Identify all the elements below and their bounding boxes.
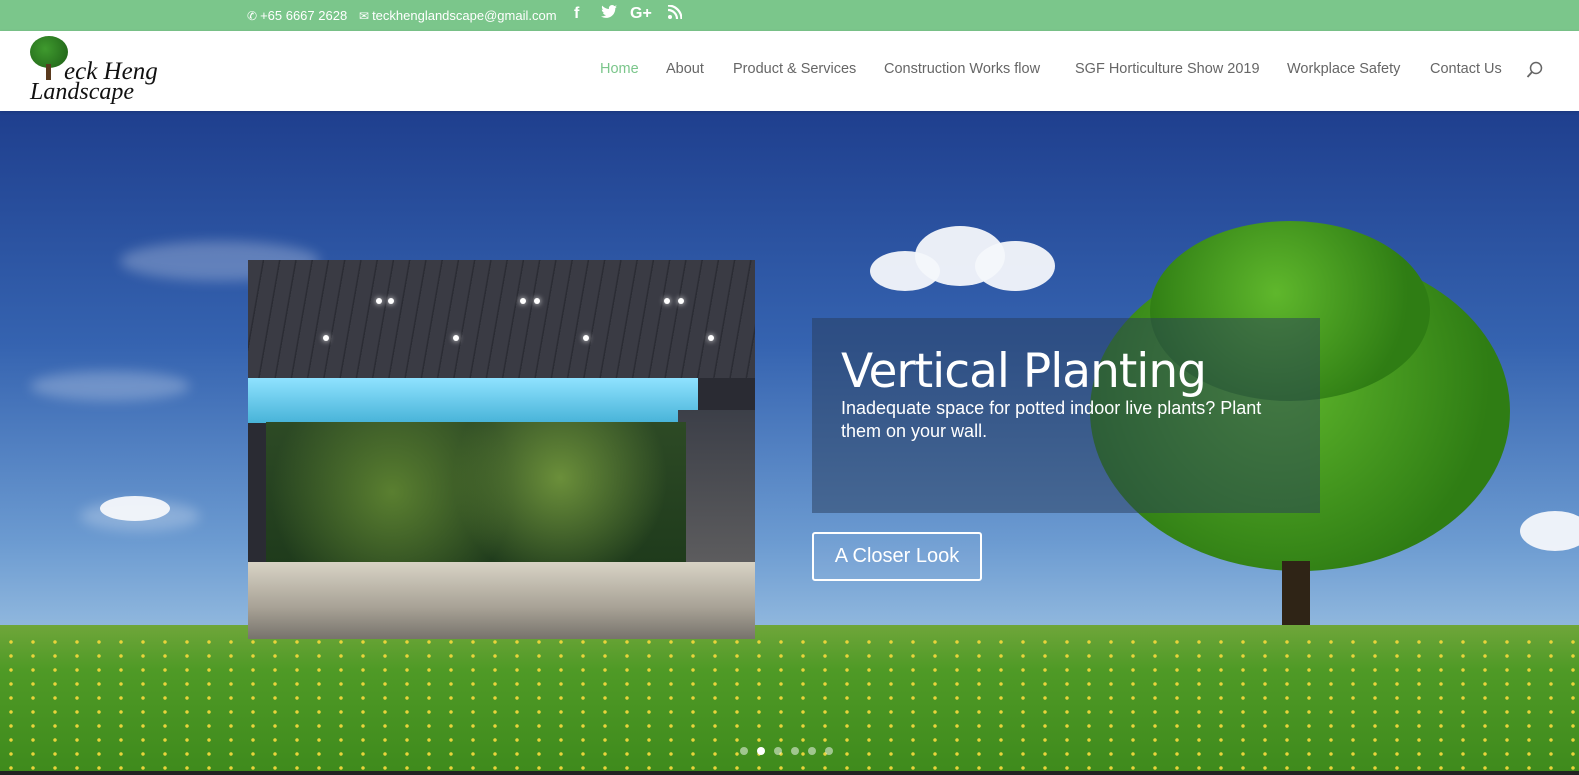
phone-number: +65 6667 2628	[260, 8, 348, 23]
ceiling-light	[708, 335, 714, 341]
site-header: eck Heng Landscape Home About Product & …	[0, 31, 1579, 111]
phone-contact[interactable]: ✆ +65 6667 2628	[247, 8, 347, 23]
site-logo[interactable]: eck Heng Landscape	[28, 36, 158, 108]
cloud	[100, 496, 170, 521]
slide-title: Vertical Planting	[841, 344, 1207, 399]
google-plus-icon[interactable]: G+	[630, 5, 652, 23]
slider-dot[interactable]	[808, 747, 816, 755]
skylight	[248, 378, 698, 423]
facebook-icon[interactable]: f	[574, 5, 579, 23]
lobby-floor	[248, 562, 755, 639]
slider-dot[interactable]	[825, 747, 833, 755]
ceiling-light	[583, 335, 589, 341]
cloud	[1520, 511, 1579, 551]
nav-product-services[interactable]: Product & Services	[733, 61, 856, 77]
slider-dot[interactable]	[774, 747, 782, 755]
slide-caption: Vertical Planting Inadequate space for p…	[812, 318, 1320, 513]
nav-sgf-horticulture-show[interactable]: SGF Horticulture Show 2019	[1075, 61, 1260, 77]
closer-look-button[interactable]: A Closer Look	[812, 532, 982, 581]
slider-dot-active[interactable]	[757, 747, 765, 755]
ceiling-light	[520, 298, 526, 304]
ceiling-light	[664, 298, 670, 304]
slide-description: Inadequate space for potted indoor live …	[841, 398, 1262, 441]
nav-construction-works-flow[interactable]: Construction Works flow	[884, 61, 1040, 77]
bottom-border	[0, 771, 1579, 775]
green-wall	[266, 422, 686, 562]
top-bar: ✆ +65 6667 2628 ✉ teckhenglandscape@gmai…	[0, 0, 1579, 31]
rss-icon[interactable]	[667, 4, 683, 24]
ceiling-light	[376, 298, 382, 304]
ceiling-light	[534, 298, 540, 304]
twitter-icon[interactable]	[601, 5, 617, 24]
slider-dot[interactable]	[791, 747, 799, 755]
tree-trunk	[1282, 561, 1310, 626]
slider-dot[interactable]	[740, 747, 748, 755]
ceiling-light	[323, 335, 329, 341]
ceiling	[248, 260, 755, 378]
cloud	[975, 241, 1055, 291]
nav-workplace-safety[interactable]: Workplace Safety	[1287, 61, 1400, 77]
search-icon[interactable]	[1526, 61, 1546, 81]
haze-cloud	[30, 371, 190, 401]
ceiling-light	[453, 335, 459, 341]
logo-tree-trunk	[46, 64, 51, 80]
phone-icon: ✆	[247, 8, 258, 23]
envelope-icon: ✉	[359, 8, 370, 23]
slide-image-vertical-garden	[248, 260, 755, 639]
ceiling-light	[678, 298, 684, 304]
slider-pagination	[740, 747, 833, 755]
nav-home[interactable]: Home	[600, 61, 639, 77]
nav-about[interactable]: About	[666, 61, 704, 77]
hero-slider	[0, 111, 1579, 775]
email-contact[interactable]: ✉ teckhenglandscape@gmail.com	[359, 8, 557, 23]
nav-contact-us[interactable]: Contact Us	[1430, 61, 1502, 77]
email-address: teckhenglandscape@gmail.com	[372, 8, 557, 23]
logo-line2: Landscape	[30, 79, 134, 105]
ceiling-light	[388, 298, 394, 304]
